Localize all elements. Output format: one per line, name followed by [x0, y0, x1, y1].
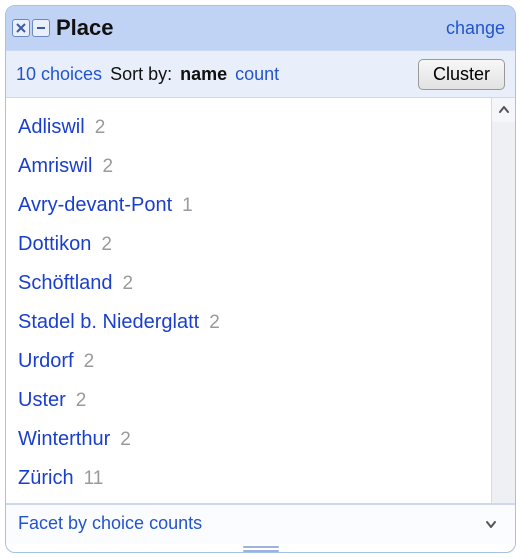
facet-item-count: 11 [84, 465, 104, 493]
facet-item-count: 2 [76, 387, 87, 415]
facet-item-count: 2 [102, 153, 113, 181]
resize-grip-icon[interactable] [241, 546, 281, 552]
scrollbar[interactable] [491, 98, 515, 503]
facet-item: Stadel b. Niederglatt 2 [18, 303, 479, 342]
facet-item: Adliswil 2 [18, 108, 479, 147]
facet-by-counts-link[interactable]: Facet by choice counts [18, 513, 202, 534]
facet-item-label[interactable]: Schöftland [18, 269, 113, 297]
facet-item: Urdorf 2 [18, 342, 479, 381]
facet-item-label[interactable]: Avry-devant-Pont [18, 191, 172, 219]
facet-item-label[interactable]: Adliswil [18, 113, 85, 141]
header-controls [12, 19, 50, 37]
facet-item-count: 2 [120, 426, 131, 454]
scroll-up-icon[interactable] [492, 98, 515, 122]
change-link[interactable]: change [446, 18, 505, 39]
facet-item-count: 1 [182, 192, 193, 220]
cluster-button[interactable]: Cluster [418, 59, 505, 90]
facet-header: Place change [6, 6, 515, 50]
facet-item: Amriswil 2 [18, 147, 479, 186]
facet-panel: Place change 10 choices Sort by: name co… [5, 5, 516, 553]
facet-item: Winterthur 2 [18, 420, 479, 459]
scroll-track[interactable] [492, 122, 515, 503]
facet-item: Schöftland 2 [18, 264, 479, 303]
sort-option-count[interactable]: count [235, 64, 279, 85]
minimize-icon[interactable] [32, 19, 50, 37]
scroll-down-icon[interactable] [479, 518, 503, 530]
facet-item-label[interactable]: Amriswil [18, 152, 92, 180]
facet-item-label[interactable]: Uster [18, 386, 66, 414]
facet-item-count: 2 [101, 231, 112, 259]
facet-list: Adliswil2Amriswil2Avry-devant-Pont1Dotti… [6, 98, 491, 503]
facet-item-label[interactable]: Dottikon [18, 230, 91, 258]
facet-body: Adliswil2Amriswil2Avry-devant-Pont1Dotti… [6, 98, 515, 503]
sort-option-name[interactable]: name [180, 64, 227, 85]
facet-toolbar: 10 choices Sort by: name count Cluster [6, 50, 515, 98]
facet-item-count: 2 [123, 270, 134, 298]
facet-footer: Facet by choice counts [6, 504, 515, 544]
facet-item: Dottikon 2 [18, 225, 479, 264]
facet-item-count: 2 [209, 309, 220, 337]
facet-item: Avry-devant-Pont 1 [18, 186, 479, 225]
facet-title: Place [56, 15, 114, 41]
facet-item-count: 2 [84, 348, 95, 376]
facet-item-count: 2 [95, 114, 106, 142]
facet-item: Uster 2 [18, 381, 479, 420]
sort-by-label: Sort by: [110, 64, 172, 85]
facet-item-label[interactable]: Urdorf [18, 347, 74, 375]
facet-item: Zürich 11 [18, 459, 479, 498]
choices-count[interactable]: 10 choices [16, 64, 102, 85]
facet-item-label[interactable]: Stadel b. Niederglatt [18, 308, 199, 336]
close-icon[interactable] [12, 19, 30, 37]
facet-footer-wrap: Facet by choice counts [6, 503, 515, 552]
facet-item-label[interactable]: Winterthur [18, 425, 110, 453]
facet-item-label[interactable]: Zürich [18, 464, 74, 492]
